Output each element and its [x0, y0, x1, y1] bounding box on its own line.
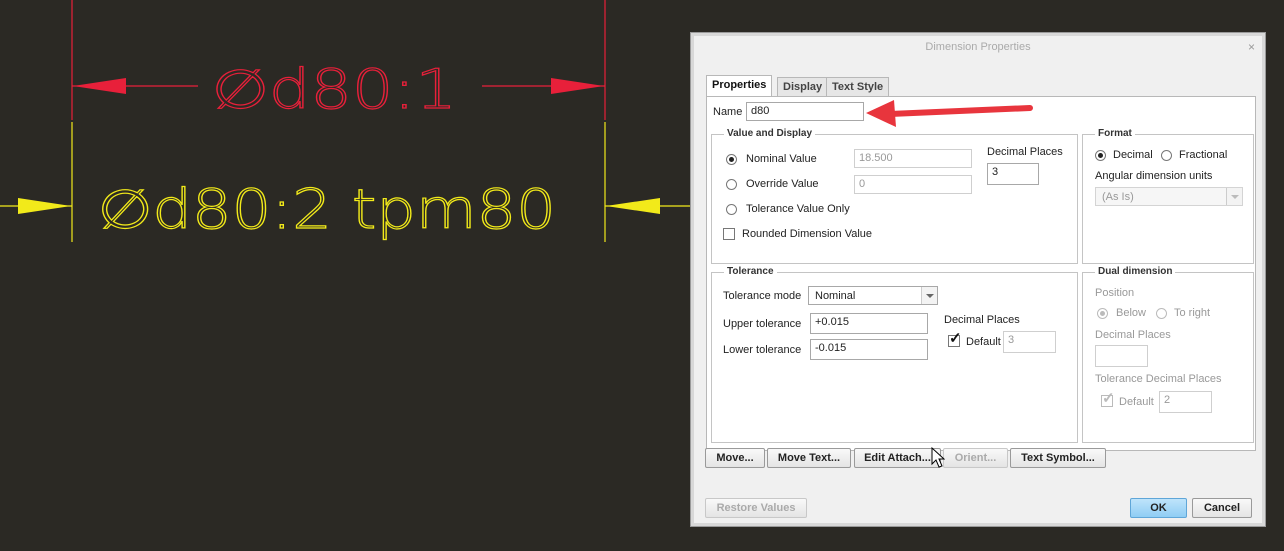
- angular-units-select[interactable]: (As Is): [1095, 187, 1243, 206]
- mouse-cursor-icon: [931, 447, 945, 468]
- chevron-down-icon: [1226, 188, 1242, 205]
- tolerance-only-label: Tolerance Value Only: [746, 203, 850, 215]
- lower-tolerance-label: Lower tolerance: [723, 344, 802, 356]
- properties-panel: Name d80 Value and Display Nominal Value…: [706, 96, 1256, 451]
- dual-decimal-places-label: Decimal Places: [1095, 329, 1171, 341]
- dual-tol-decimal-label: Tolerance Decimal Places: [1095, 373, 1222, 385]
- position-label: Position: [1095, 287, 1135, 299]
- format-title: Format: [1095, 128, 1135, 139]
- tol-decimal-places-label: Decimal Places: [944, 314, 1020, 326]
- format-group: Format Decimal Fractional Angular dimens…: [1082, 128, 1254, 264]
- name-field[interactable]: d80: [746, 102, 864, 121]
- nominal-value-radio[interactable]: [726, 154, 737, 165]
- checkmark-icon: ✓: [949, 330, 962, 347]
- tolerance-mode-value: Nominal: [815, 290, 856, 302]
- fractional-label: Fractional: [1179, 149, 1228, 161]
- ok-button[interactable]: OK: [1130, 498, 1187, 518]
- tab-display[interactable]: Display: [777, 77, 829, 97]
- annotation-arrow-icon: [866, 100, 1033, 127]
- upper-tolerance-label: Upper tolerance: [723, 318, 802, 330]
- nominal-value-label: Nominal Value: [746, 153, 817, 165]
- override-value-radio[interactable]: [726, 179, 737, 190]
- tolerance-group: Tolerance Tolerance mode Nominal Upper t…: [711, 266, 1078, 443]
- override-value-field[interactable]: 0: [854, 175, 972, 194]
- upper-tolerance-field[interactable]: +0.015: [810, 313, 928, 334]
- dual-dimension-group: Dual dimension Position Below To right D…: [1082, 266, 1254, 443]
- dual-decimal-places-field[interactable]: [1095, 345, 1148, 367]
- rounded-dimension-checkbox[interactable]: [723, 228, 735, 240]
- orient-button[interactable]: Orient...: [943, 448, 1008, 468]
- restore-values-button[interactable]: Restore Values: [705, 498, 807, 518]
- top-dimension-text: ∅d80:1: [212, 58, 457, 121]
- tab-text-style[interactable]: Text Style: [826, 77, 890, 97]
- override-value-label: Override Value: [746, 178, 819, 190]
- value-display-group: Value and Display Nominal Value 18.500 O…: [711, 128, 1078, 264]
- checkmark-icon: ✓: [1102, 390, 1115, 407]
- dialog-title: Dimension Properties: [925, 41, 1031, 53]
- chevron-down-icon: [921, 287, 937, 304]
- rounded-dimension-label: Rounded Dimension Value: [742, 228, 873, 240]
- name-label: Name: [713, 106, 743, 118]
- fractional-radio[interactable]: [1161, 150, 1172, 161]
- move-text-button[interactable]: Move Text...: [767, 448, 851, 468]
- angular-units-label: Angular dimension units: [1095, 170, 1213, 182]
- drawing-canvas[interactable]: ∅d80:1 ∅d80:2 tpm80: [0, 0, 690, 551]
- decimal-label: Decimal: [1113, 149, 1153, 161]
- value-display-title: Value and Display: [724, 128, 816, 139]
- tolerance-title: Tolerance: [724, 266, 777, 277]
- bottom-dimension-text: ∅d80:2 tpm80: [98, 178, 556, 241]
- tol-default-field[interactable]: 3: [1003, 331, 1056, 353]
- tab-properties[interactable]: Properties: [706, 75, 773, 98]
- to-right-radio[interactable]: [1156, 308, 1167, 319]
- edit-attach-button[interactable]: Edit Attach...: [854, 448, 941, 468]
- lower-tolerance-field[interactable]: -0.015: [810, 339, 928, 360]
- to-right-label: To right: [1174, 307, 1211, 319]
- dual-default-label: Default: [1119, 396, 1154, 408]
- decimal-places-label: Decimal Places: [987, 146, 1063, 158]
- tolerance-only-radio[interactable]: [726, 204, 737, 215]
- angular-units-value: (As Is): [1102, 191, 1134, 203]
- below-radio[interactable]: [1097, 308, 1108, 319]
- move-button[interactable]: Move...: [705, 448, 765, 468]
- nominal-value-field[interactable]: 18.500: [854, 149, 972, 168]
- decimal-places-field[interactable]: 3: [987, 163, 1039, 185]
- tol-default-checkbox[interactable]: ✓: [948, 331, 962, 347]
- dual-dimension-title: Dual dimension: [1095, 266, 1176, 277]
- tolerance-mode-select[interactable]: Nominal: [808, 286, 938, 305]
- close-icon[interactable]: ×: [1248, 37, 1255, 57]
- cancel-button[interactable]: Cancel: [1192, 498, 1252, 518]
- text-symbol-button[interactable]: Text Symbol...: [1010, 448, 1106, 468]
- decimal-radio[interactable]: [1095, 150, 1106, 161]
- below-label: Below: [1116, 307, 1146, 319]
- dual-default-checkbox[interactable]: ✓: [1101, 391, 1115, 407]
- tol-default-label: Default: [966, 336, 1001, 348]
- dual-default-field[interactable]: 2: [1159, 391, 1212, 413]
- tolerance-mode-label: Tolerance mode: [723, 290, 802, 302]
